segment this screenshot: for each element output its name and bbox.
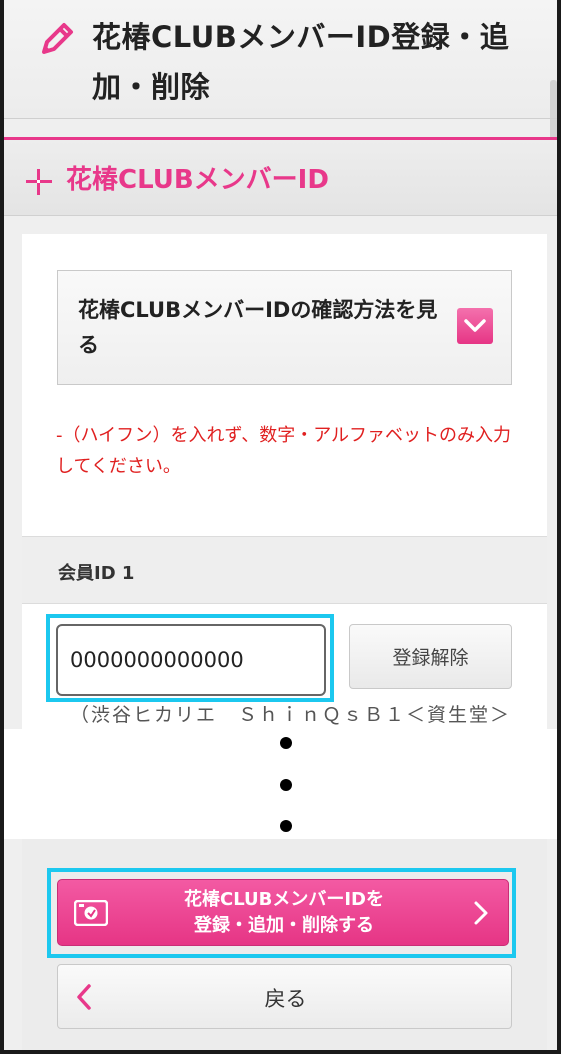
header-divider	[4, 118, 557, 119]
omitted-content	[4, 729, 557, 839]
how-to-check-accordion[interactable]: 花椿CLUBメンバーIDの確認方法を見る	[57, 270, 512, 385]
pencil-icon	[42, 23, 73, 54]
chevron-right-icon	[474, 901, 488, 925]
page-title: 花椿CLUBメンバーID登録・追加・削除	[92, 20, 510, 104]
register-submit-button[interactable]: 花椿CLUBメンバーIDを 登録・追加・削除する	[57, 879, 509, 946]
input-note: -（ハイフン）を入れず、数字・アルファベットのみ入力してください。	[56, 425, 512, 477]
store-name: （渋谷ヒカリエ ＳｈｉｎＱｓＢ１＜資生堂＞	[70, 704, 512, 726]
member-id-panel: 花椿CLUBメンバーIDの確認方法を見る -（ハイフン）を入れず、数字・アルファ…	[22, 234, 547, 729]
member-id-label: 会員ID 1	[58, 563, 135, 584]
plus-icon	[26, 169, 52, 195]
page-header: 花椿CLUBメンバーID登録・追加・削除	[4, 0, 557, 118]
submit-label-line2: 登録・追加・削除する	[194, 915, 374, 936]
section-header: 花椿CLUBメンバーID	[4, 140, 557, 216]
footer-actions: 花椿CLUBメンバーIDを 登録・追加・削除する 戻る	[22, 839, 547, 1050]
app-frame: 花椿CLUBメンバーID登録・追加・削除 花椿CLUBメンバーID 花椿CLUB…	[0, 0, 561, 1054]
chevron-down-icon	[457, 308, 493, 344]
card-icon	[74, 900, 108, 926]
ellipsis-dot	[280, 779, 292, 791]
ellipsis-dot	[280, 820, 292, 832]
back-button[interactable]: 戻る	[57, 964, 512, 1029]
back-label: 戻る	[264, 987, 307, 1011]
member-id-input[interactable]	[56, 624, 326, 696]
member-id-row-header: 会員ID 1	[22, 536, 547, 604]
section-title: 花椿CLUBメンバーID	[66, 165, 329, 195]
submit-label-line1: 花椿CLUBメンバーIDを	[183, 889, 384, 910]
unregister-button[interactable]: 登録解除	[349, 624, 512, 689]
submit-label: 花椿CLUBメンバーIDを 登録・追加・削除する	[128, 887, 440, 939]
ellipsis-dot	[280, 737, 292, 749]
accordion-label: 花椿CLUBメンバーIDの確認方法を見る	[78, 298, 438, 357]
